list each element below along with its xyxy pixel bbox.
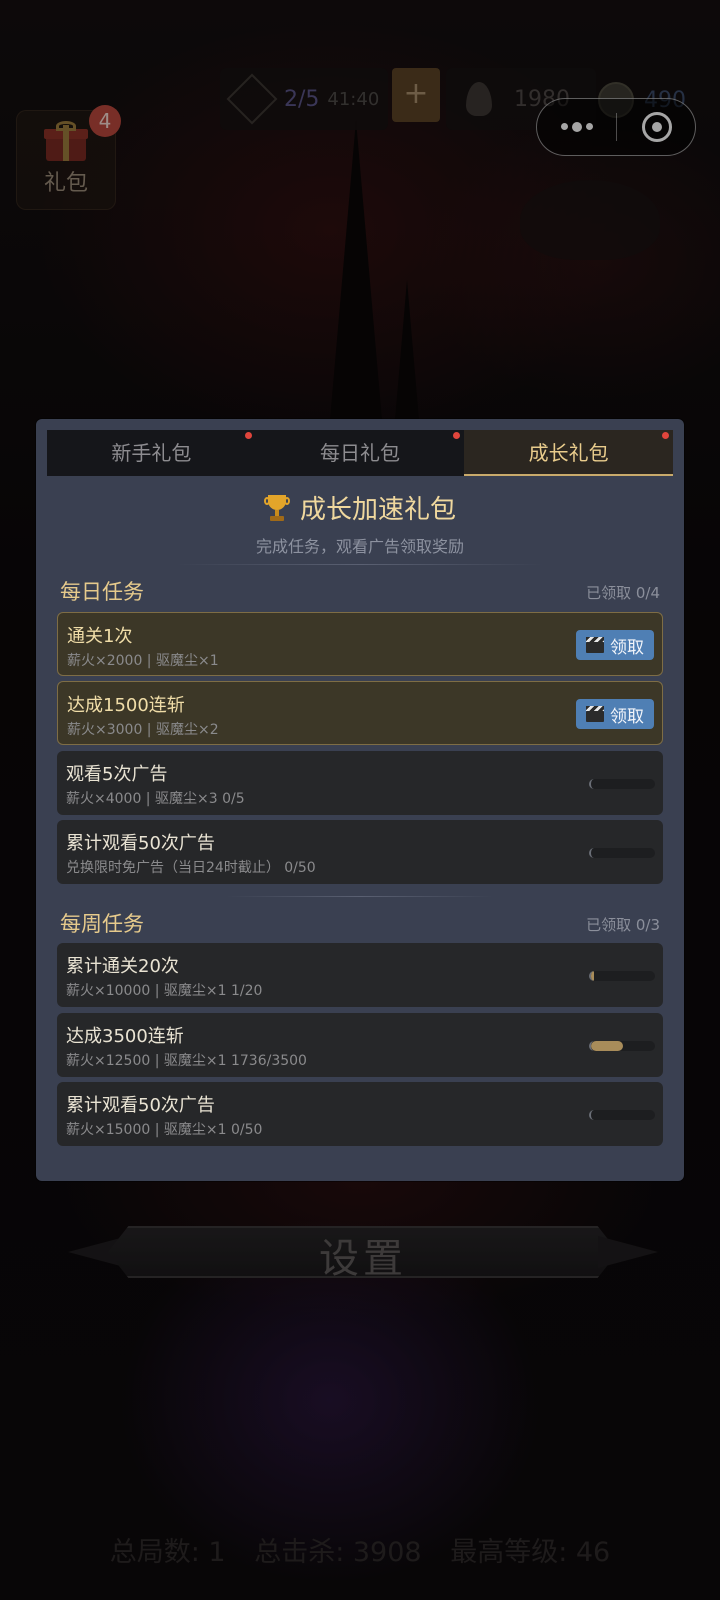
weekly-count: 已领取 0/3 [586, 916, 660, 934]
task-name: 观看5次广告 [66, 764, 168, 785]
red-dot [662, 432, 670, 439]
task-name: 通关1次 [67, 626, 133, 647]
task-reward: 薪火×2000 | 驱魔尘×1 [67, 653, 219, 669]
claim-button[interactable]: 领取 [576, 699, 654, 729]
title-divider [176, 564, 544, 565]
task-name: 达成3500连斩 [66, 1026, 184, 1047]
clapperboard-icon [586, 637, 604, 653]
progress-bar [589, 848, 655, 858]
weekly-task-row: 累计通关20次 薪火×10000 | 驱魔尘×1 1/20 [57, 943, 663, 1007]
task-reward: 薪火×10000 | 驱魔尘×1 1/20 [66, 983, 263, 999]
daily-title: 每日任务 [60, 580, 144, 604]
tab-growth-pack[interactable]: 成长礼包 [464, 430, 674, 476]
task-name: 达成1500连斩 [67, 695, 185, 716]
section-divider [226, 896, 494, 897]
weekly-title: 每周任务 [60, 912, 144, 936]
gift-panel: 新手礼包 每日礼包 成长礼包 成长加速礼包 完成任务，观看广告领取奖励 每日任务… [36, 419, 684, 1181]
red-dot [453, 432, 461, 439]
task-reward: 薪火×3000 | 驱魔尘×2 [67, 722, 219, 738]
claim-button[interactable]: 领取 [576, 630, 654, 660]
task-reward: 薪火×12500 | 驱魔尘×1 1736/3500 [66, 1053, 307, 1069]
task-name: 累计观看50次广告 [66, 833, 215, 854]
panel-subtitle: 完成任务，观看广告领取奖励 [255, 537, 464, 556]
weekly-task-row: 达成3500连斩 薪火×12500 | 驱魔尘×1 1736/3500 [57, 1013, 663, 1077]
tab-newbie-pack[interactable]: 新手礼包 [47, 430, 256, 476]
task-reward: 薪火×4000 | 驱魔尘×3 0/5 [66, 791, 245, 807]
task-reward: 薪火×15000 | 驱魔尘×1 0/50 [66, 1122, 263, 1138]
daily-count: 已领取 0/4 [586, 584, 660, 602]
daily-task-row: 累计观看50次广告 兑换限时免广告（当日24时截止） 0/50 [57, 820, 663, 884]
task-name: 累计观看50次广告 [66, 1095, 215, 1116]
panel-title: 成长加速礼包 [36, 489, 684, 526]
weekly-section-header: 每周任务 已领取 0/3 [60, 908, 660, 938]
progress-bar [589, 1041, 655, 1051]
daily-task-row: 通关1次 薪火×2000 | 驱魔尘×1 领取 [57, 612, 663, 676]
progress-bar [589, 971, 655, 981]
task-reward: 兑换限时免广告（当日24时截止） 0/50 [66, 860, 316, 876]
gift-tabs: 新手礼包 每日礼包 成长礼包 [47, 430, 674, 476]
progress-bar [589, 1110, 655, 1120]
progress-bar [589, 779, 655, 789]
tab-daily-pack[interactable]: 每日礼包 [256, 430, 465, 476]
task-name: 累计通关20次 [66, 956, 179, 977]
weekly-task-row: 累计观看50次广告 薪火×15000 | 驱魔尘×1 0/50 [57, 1082, 663, 1146]
trophy-icon [263, 495, 290, 521]
daily-task-row: 达成1500连斩 薪火×3000 | 驱魔尘×2 领取 [57, 681, 663, 745]
red-dot [244, 432, 252, 439]
daily-section-header: 每日任务 已领取 0/4 [60, 576, 660, 606]
daily-task-row: 观看5次广告 薪火×4000 | 驱魔尘×3 0/5 [57, 751, 663, 815]
clapperboard-icon [586, 706, 604, 722]
